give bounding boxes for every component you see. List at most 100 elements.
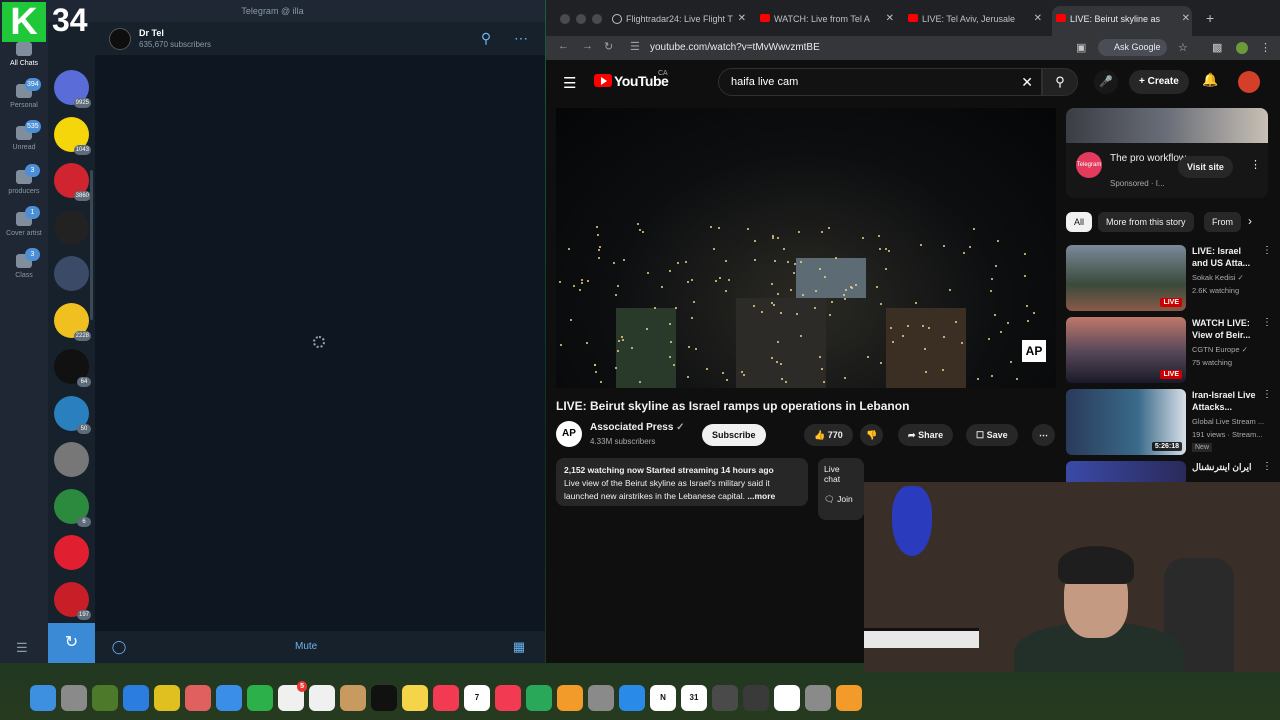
folder-4[interactable]: Cover artist 1 [0, 206, 48, 252]
video-title[interactable]: Iran-Israel Live Attacks... [1192, 389, 1258, 413]
subscribe-button[interactable]: Subscribe [702, 424, 766, 446]
more-icon[interactable]: ⋯ [513, 30, 529, 46]
video-player[interactable]: AP [556, 108, 1056, 388]
browser-tab[interactable]: LIVE: Beirut skyline as ✕ [1052, 6, 1192, 36]
more-icon[interactable]: ⋮ [1262, 317, 1272, 328]
clear-search-icon[interactable]: ✕ [1021, 74, 1033, 91]
folder-3[interactable]: producers 3 [0, 164, 48, 210]
minimize-window-button[interactable] [576, 14, 586, 24]
reload-icon[interactable]: ↻ [604, 40, 613, 53]
dock-app-icon[interactable] [495, 685, 521, 711]
more-icon[interactable]: ⋮ [1262, 461, 1272, 472]
ad-thumbnail[interactable] [1066, 108, 1268, 143]
dock-app-icon[interactable] [588, 685, 614, 711]
visit-site-button[interactable]: Visit site [1178, 156, 1233, 178]
chat-avatar[interactable]: 2228 [54, 302, 91, 341]
chat-avatar[interactable]: 6 [54, 488, 91, 527]
more-actions-button[interactable]: ⋯ [1032, 424, 1055, 446]
dock-app-icon[interactable] [557, 685, 583, 711]
dock-app-icon[interactable] [774, 685, 800, 711]
dock-app-icon[interactable] [61, 685, 87, 711]
video-thumbnail[interactable]: 5:26:18 [1066, 389, 1186, 455]
search-icon[interactable]: ⚲ [478, 30, 494, 46]
filter-chip[interactable]: All [1066, 212, 1093, 232]
menu-icon[interactable]: ⋮ [1260, 41, 1271, 54]
dock-app-icon[interactable] [154, 685, 180, 711]
back-icon[interactable]: ← [558, 40, 569, 52]
comment-icon[interactable]: ◯ [111, 639, 127, 655]
dock-app-icon[interactable] [805, 685, 831, 711]
dock-app-icon[interactable] [836, 685, 862, 711]
ad-more-icon[interactable]: ⋮ [1250, 158, 1261, 171]
browser-tab[interactable]: LIVE: Tel Aviv, Jerusale ✕ [904, 8, 1044, 30]
dock-app-icon[interactable] [30, 685, 56, 711]
dock-app-icon[interactable]: N [650, 685, 676, 711]
url-field[interactable]: youtube.com/watch?v=tMvWwvzmtBE [650, 42, 820, 53]
video-channel[interactable]: CGTN Europe ✓ [1192, 345, 1248, 354]
search-input[interactable]: haifa live cam [731, 76, 798, 88]
dock-app-icon[interactable] [185, 685, 211, 711]
dock-app-icon[interactable]: tv [371, 685, 397, 711]
video-channel[interactable]: Sokak Kedisi ✓ [1192, 273, 1244, 282]
chevron-right-icon[interactable]: › [1248, 214, 1252, 228]
dock-app-icon[interactable] [712, 685, 738, 711]
save-button[interactable]: ☐ Save [966, 424, 1018, 446]
dislike-button[interactable]: 👎 [860, 424, 884, 446]
channel-header[interactable]: Dr Tel 635,670 subscribers ⚲ ⋯ [95, 22, 545, 56]
chat-avatar[interactable] [54, 256, 89, 291]
video-channel[interactable]: Global Live Stream ... [1192, 417, 1264, 426]
close-window-button[interactable] [560, 14, 570, 24]
filter-chip[interactable]: From [1204, 212, 1241, 232]
browser-tab[interactable]: Flightradar24: Live Flight T ✕ [608, 8, 748, 30]
dock-app-icon[interactable] [619, 685, 645, 711]
chat-avatar[interactable]: 197 [54, 581, 91, 620]
settings-button[interactable]: ☰ [0, 630, 48, 663]
dock-app-icon[interactable] [402, 685, 428, 711]
bookmark-star-icon[interactable]: ☆ [1178, 41, 1188, 54]
search-box[interactable]: haifa live cam ✕ [718, 68, 1042, 96]
video-title[interactable]: WATCH LIVE: View of Beir... [1192, 317, 1258, 341]
folder-2[interactable]: Unread 535 [0, 120, 48, 166]
folder-0[interactable]: All Chats [0, 42, 48, 82]
dock-app-icon[interactable] [216, 685, 242, 711]
browser-tab[interactable]: WATCH: Live from Tel A ✕ [756, 8, 896, 30]
folder-1[interactable]: Personal 394 [0, 78, 48, 124]
chat-avatar[interactable] [54, 209, 89, 245]
recommended-video[interactable]: 5:26:18 Iran-Israel Live Attacks... Global… [1066, 389, 1272, 455]
dock-app-icon[interactable]: 7 [464, 685, 490, 711]
dock-app-icon[interactable] [743, 685, 769, 711]
dock-app-icon[interactable] [92, 685, 118, 711]
share-button[interactable]: ➦ Share [898, 424, 954, 446]
refresh-button[interactable]: ↻ [48, 623, 95, 663]
install-icon[interactable]: ▣ [1076, 41, 1086, 54]
more-icon[interactable]: ⋮ [1262, 245, 1272, 256]
live-chat-panel[interactable]: Live chat 🗨 Join [818, 458, 864, 520]
chat-avatar[interactable] [54, 535, 89, 570]
notifications-bell-icon[interactable]: 🔔 [1202, 72, 1218, 88]
more-icon[interactable]: ⋮ [1262, 389, 1272, 400]
chat-avatar[interactable] [54, 442, 89, 477]
show-more-link[interactable]: ...more [747, 491, 775, 501]
chat-avatar[interactable]: 1043 [54, 116, 91, 155]
video-title[interactable]: LIVE: Israel and US Atta... [1192, 245, 1258, 269]
close-tab-icon[interactable]: ✕ [738, 8, 746, 30]
account-avatar[interactable] [1238, 71, 1260, 93]
filter-chip[interactable]: More from this story [1098, 212, 1194, 232]
site-info-icon[interactable]: ☰ [630, 40, 640, 53]
chat-avatar[interactable]: 50 [54, 395, 91, 434]
close-tab-icon[interactable]: ✕ [886, 8, 894, 30]
gift-icon[interactable]: ▦ [511, 639, 527, 655]
create-button[interactable]: + Create [1129, 70, 1189, 94]
chat-avatar[interactable]: 9925 [54, 70, 91, 108]
recommended-video[interactable]: LIVE LIVE: Israel and US Atta... Sokak Ked… [1066, 245, 1272, 311]
new-tab-button[interactable]: + [1206, 10, 1214, 26]
chat-list-scrollbar[interactable] [90, 170, 93, 320]
folder-5[interactable]: Class 3 [0, 248, 48, 294]
ask-google-button[interactable]: Ask Google [1098, 39, 1167, 56]
like-button[interactable]: 👍 770 [804, 424, 853, 446]
zoom-window-button[interactable] [592, 14, 602, 24]
dock-app-icon[interactable] [309, 685, 335, 711]
search-button[interactable]: ⚲ [1042, 68, 1078, 96]
video-title[interactable]: ایران اینترنشنال [1192, 461, 1258, 473]
dock-app-icon[interactable] [247, 685, 273, 711]
